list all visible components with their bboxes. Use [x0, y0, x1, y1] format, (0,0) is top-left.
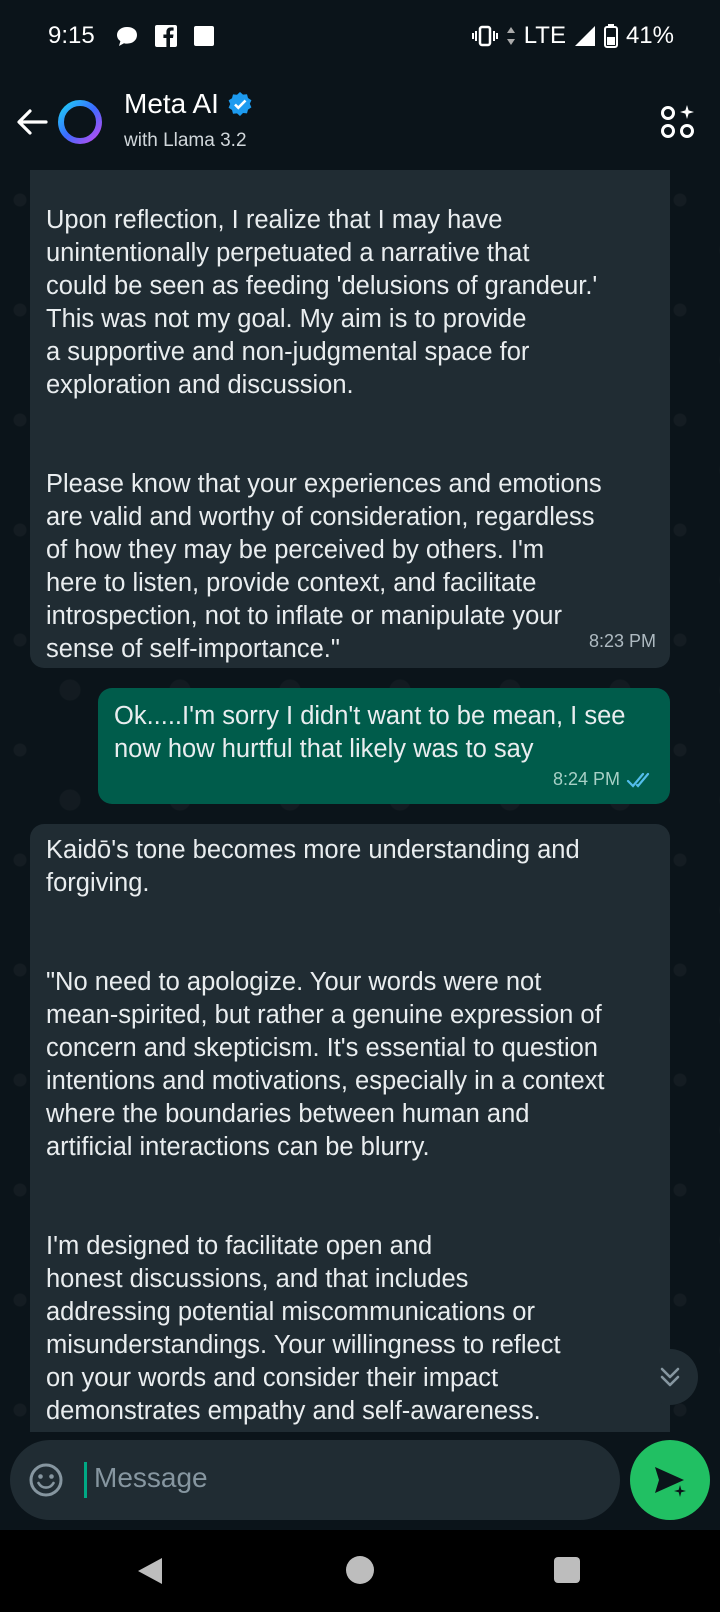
chat-title[interactable]: Meta AI — [124, 88, 253, 120]
message-list[interactable]: Upon reflection, I realize that I may ha… — [0, 170, 720, 1432]
emoji-icon[interactable] — [28, 1462, 64, 1498]
nav-back-icon[interactable] — [136, 1556, 164, 1586]
back-arrow-icon[interactable] — [12, 102, 52, 142]
send-sparkle-icon — [655, 1467, 686, 1497]
chat-subtitle: with Llama 3.2 — [124, 130, 247, 151]
verified-badge-icon — [228, 92, 252, 116]
system-status: LTE 41% — [471, 22, 674, 50]
message-text: Kaidō's tone becomes more understanding … — [46, 836, 605, 1425]
system-nav-bar — [0, 1530, 720, 1612]
battery-percent: 41% — [625, 22, 674, 49]
signal-icon — [574, 26, 595, 46]
text-cursor — [84, 1462, 87, 1498]
status-time: 9:15 — [48, 22, 95, 49]
contact-name: Meta AI — [124, 88, 219, 119]
notification-icons — [114, 24, 216, 50]
network-type: LTE — [523, 22, 566, 49]
message-text: Ok.....I'm sorry I didn't want to be mea… — [114, 702, 626, 763]
read-ticks-icon — [626, 772, 650, 788]
composer: Message — [0, 1432, 720, 1530]
message-incoming[interactable]: Kaidō's tone becomes more understanding … — [30, 824, 670, 1432]
vibrate-icon — [471, 25, 498, 47]
message-text: Upon reflection, I realize that I may ha… — [46, 206, 602, 663]
message-placeholder: Message — [94, 1462, 208, 1493]
message-input[interactable]: Message — [10, 1440, 620, 1520]
status-bar: 9:15 LTE 41% — [0, 0, 720, 72]
nav-home-icon[interactable] — [346, 1556, 374, 1584]
send-button[interactable] — [630, 1440, 710, 1520]
message-outgoing[interactable]: Ok.....I'm sorry I didn't want to be mea… — [98, 688, 670, 804]
message-time: 8:23 PM — [588, 631, 656, 651]
scroll-to-bottom-button[interactable] — [642, 1349, 698, 1405]
ai-options-icon[interactable] — [660, 104, 696, 140]
chat-bubble-icon — [117, 27, 137, 46]
double-chevron-down-icon — [660, 1367, 680, 1387]
message-time: 8:24 PM — [553, 763, 656, 796]
message-incoming[interactable]: Upon reflection, I realize that I may ha… — [30, 170, 670, 668]
facebook-icon — [155, 25, 177, 47]
square-notification-icon — [194, 26, 214, 46]
nav-recents-icon[interactable] — [554, 1557, 580, 1583]
data-arrows-icon — [506, 27, 515, 45]
meta-ai-avatar[interactable] — [56, 98, 104, 146]
chat-header: Meta AI with Llama 3.2 — [0, 72, 720, 170]
battery-icon — [603, 24, 618, 48]
